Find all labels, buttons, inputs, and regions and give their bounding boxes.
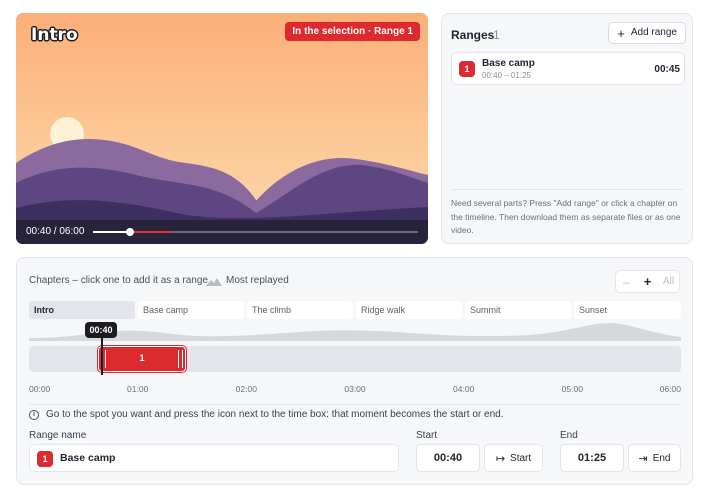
selection-end-handle[interactable] (178, 350, 183, 368)
tick-label: 01:00 (127, 384, 149, 394)
timeline-selection-range[interactable]: 1 (97, 345, 187, 373)
time-axis: 00:00 01:00 02:00 03:00 04:00 05:00 06:0… (29, 384, 681, 396)
range-name: Base camp (482, 58, 535, 69)
chapter-chip-base-camp[interactable]: Base camp (138, 301, 244, 319)
range-name-value: Base camp (60, 452, 116, 464)
zoom-control: – + All (615, 270, 680, 293)
set-start-icon: ↦ (495, 451, 506, 465)
start-label: Start (416, 430, 438, 441)
timeline-track[interactable]: 1 (29, 345, 681, 373)
most-replayed-legend: Most replayed (226, 275, 289, 286)
set-end-button[interactable]: ⇥ End (628, 444, 681, 472)
chapters-hint: Chapters – click one to add it as a rang… (29, 275, 208, 286)
set-end-label: End (652, 452, 671, 464)
current-chapter-title: Intro (31, 25, 78, 45)
range-name-input[interactable]: 1 Base camp (29, 444, 399, 472)
mountain-icon (206, 278, 222, 286)
range-card[interactable]: 1 Base camp 00:40 – 01:25 00:45 (451, 52, 685, 85)
end-time-input[interactable]: 01:25 (560, 444, 624, 472)
range-number-badge: 1 (459, 61, 475, 77)
range-name-label: Range name (29, 430, 87, 441)
chapter-chip-intro[interactable]: Intro (29, 301, 135, 319)
tick-label: 03:00 (344, 384, 366, 394)
video-player[interactable]: Intro In the selection · Range 1 00:40 /… (16, 13, 428, 244)
timeline-panel: Chapters – click one to add it as a rang… (16, 257, 693, 485)
chapter-chip-sunset[interactable]: Sunset (574, 301, 681, 319)
zoom-in-button[interactable]: + (637, 274, 658, 289)
set-end-icon: ⇥ (638, 451, 648, 465)
divider (29, 404, 680, 405)
playhead-time-label: 00:40 (85, 322, 117, 338)
tick-label: 00:00 (29, 384, 51, 394)
playhead-line[interactable] (101, 337, 103, 375)
scrubber-selection-segment (131, 231, 171, 233)
info-icon: i (29, 410, 39, 420)
ranges-title: Ranges (451, 28, 495, 42)
chapter-strip: Intro Base camp The climb Ridge walk Sum… (29, 301, 681, 319)
ranges-help-text: Need several parts? Press "Add range" or… (451, 198, 681, 235)
chapter-chip-ridge-walk[interactable]: Ridge walk (356, 301, 462, 319)
zoom-all-button[interactable]: All (658, 276, 679, 287)
divider (451, 189, 683, 190)
tick-label: 04:00 (453, 384, 475, 394)
video-scrubber[interactable] (93, 228, 418, 236)
plus-icon: + (617, 25, 625, 41)
scrubber-knob[interactable] (126, 228, 134, 236)
selection-range-number: 1 (139, 353, 145, 363)
range-span: 00:40 – 01:25 (482, 71, 531, 80)
start-time-input[interactable]: 00:40 (416, 444, 480, 472)
tick-label: 06:00 (659, 384, 681, 394)
range-duration: 00:45 (654, 64, 680, 75)
add-range-label: Add range (630, 27, 677, 38)
chapter-chip-the-climb[interactable]: The climb (247, 301, 353, 319)
set-start-label: Start (510, 452, 532, 464)
video-frame-landscape (16, 13, 428, 244)
ranges-panel: Ranges 1 + Add range 1 Base camp 00:40 –… (441, 13, 693, 244)
tick-label: 02:00 (235, 384, 257, 394)
add-range-button[interactable]: + Add range (608, 22, 686, 44)
video-timecode: 00:40 / 06:00 (26, 226, 85, 237)
zoom-out-button[interactable]: – (616, 275, 637, 289)
info-text: Go to the spot you want and press the ic… (46, 409, 504, 420)
range-number-badge: 1 (37, 451, 53, 467)
ranges-count: 1 (493, 28, 500, 42)
set-start-button[interactable]: ↦ Start (484, 444, 543, 472)
tick-label: 05:00 (561, 384, 583, 394)
most-replayed-waveform (29, 323, 681, 341)
video-controls-bar: 00:40 / 06:00 (16, 220, 428, 244)
selection-status-badge: In the selection · Range 1 (285, 22, 420, 41)
end-label: End (560, 430, 578, 441)
chapter-chip-summit[interactable]: Summit (465, 301, 571, 319)
